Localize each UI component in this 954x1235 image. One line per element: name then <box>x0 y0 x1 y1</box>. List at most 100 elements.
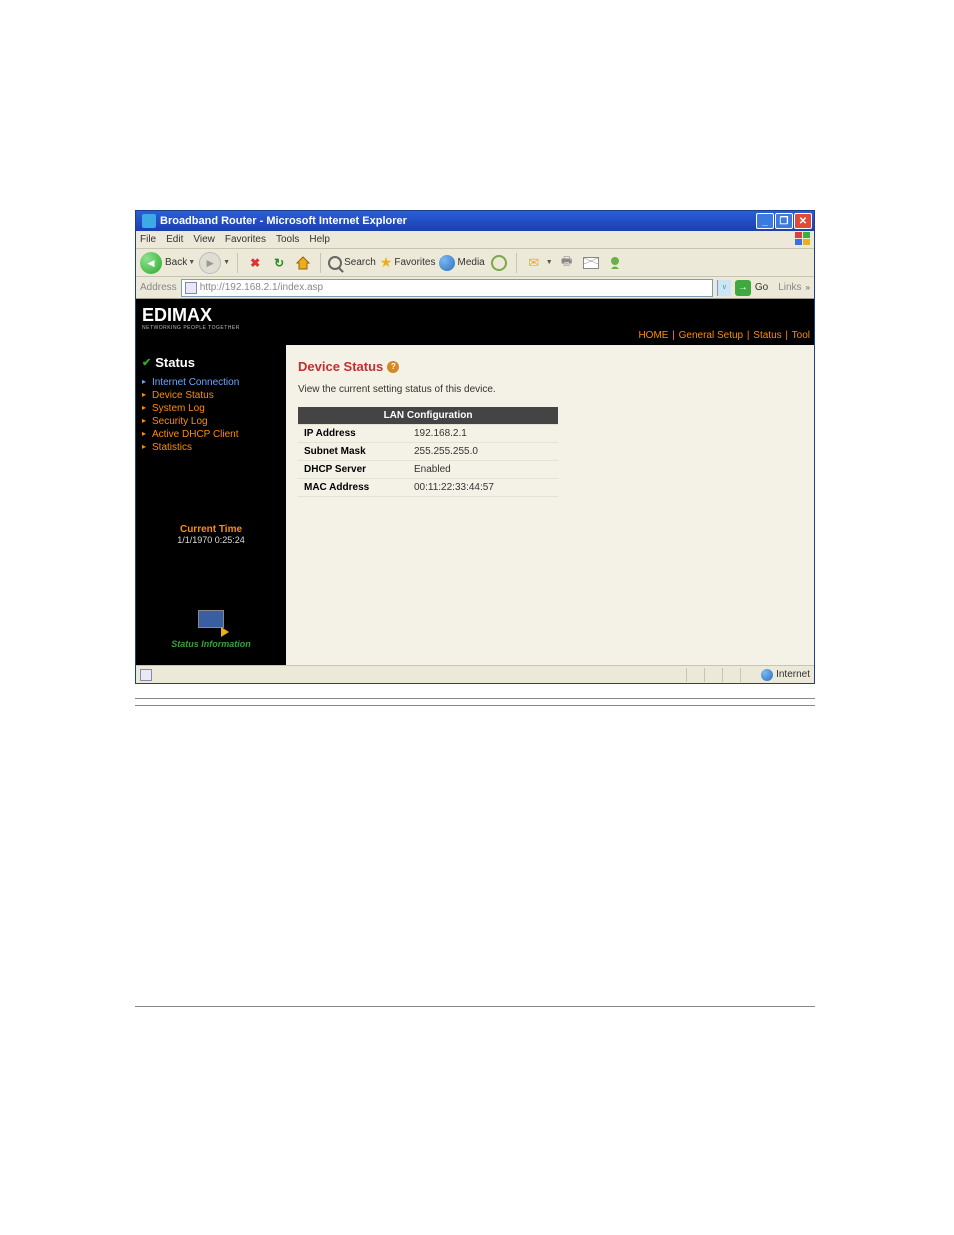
back-dropdown-icon[interactable]: ▼ <box>188 259 195 266</box>
sidebar-item-security-log[interactable]: Security Log <box>142 415 280 428</box>
close-button[interactable]: ✕ <box>794 213 812 229</box>
sidebar-item-system-log[interactable]: System Log <box>142 402 280 415</box>
row-key: IP Address <box>298 425 408 443</box>
maximize-button[interactable]: ❐ <box>775 213 793 229</box>
nav-tool[interactable]: Tool <box>792 330 810 341</box>
row-key: MAC Address <box>298 479 408 497</box>
brand-tagline: NETWORKING PEOPLE TOGETHER <box>142 325 240 331</box>
table-row: DHCP ServerEnabled <box>298 461 558 479</box>
go-label: Go <box>755 282 768 293</box>
sidebar-item-internet-connection[interactable]: Internet Connection <box>142 376 280 389</box>
media-icon <box>439 255 455 271</box>
favorites-button[interactable]: ★ Favorites <box>380 254 436 271</box>
page-description: View the current setting status of this … <box>298 384 802 395</box>
page-content: EDIMAX NETWORKING PEOPLE TOGETHER HOME |… <box>136 299 814 665</box>
status-info-icon <box>193 607 229 637</box>
sidebar-item-statistics[interactable]: Statistics <box>142 441 280 454</box>
home-button[interactable] <box>293 253 313 273</box>
internet-zone-icon <box>761 669 773 681</box>
status-page-icon <box>140 669 152 681</box>
row-key: DHCP Server <box>298 461 408 479</box>
search-icon <box>328 256 342 270</box>
table-row: Subnet Mask255.255.255.0 <box>298 443 558 461</box>
row-value: 192.168.2.1 <box>408 425 558 443</box>
address-label: Address <box>140 282 177 293</box>
check-icon: ✔ <box>142 356 151 369</box>
sidebar: ✔ Status Internet Connection Device Stat… <box>136 345 286 665</box>
window-titlebar: Broadband Router - Microsoft Internet Ex… <box>136 211 814 231</box>
search-button[interactable]: Search <box>328 256 376 270</box>
discuss-button[interactable] <box>605 253 625 273</box>
menu-bar: File Edit View Favorites Tools Help <box>136 231 814 249</box>
forward-dropdown-icon[interactable]: ▼ <box>223 259 230 266</box>
current-time-value: 1/1/1970 0:25:24 <box>142 535 280 545</box>
refresh-button[interactable]: ↻ <box>269 253 289 273</box>
nav-home[interactable]: HOME <box>638 330 668 341</box>
address-url: http://192.168.2.1/index.asp <box>200 282 709 293</box>
go-button[interactable]: → <box>735 280 751 296</box>
edit-icon <box>583 257 599 269</box>
row-value: 255.255.255.0 <box>408 443 558 461</box>
status-bar: Internet <box>136 665 814 683</box>
links-chevron-icon[interactable]: » <box>806 283 810 292</box>
table-row: IP Address192.168.2.1 <box>298 425 558 443</box>
mail-dropdown-icon[interactable]: ▼ <box>546 259 553 266</box>
menu-edit[interactable]: Edit <box>166 234 183 245</box>
row-value: Enabled <box>408 461 558 479</box>
divider <box>135 1006 815 1007</box>
window-title: Broadband Router - Microsoft Internet Ex… <box>160 215 407 227</box>
menu-help[interactable]: Help <box>309 234 330 245</box>
top-nav: HOME | General Setup | Status | Tool <box>638 330 810 341</box>
address-input[interactable]: http://192.168.2.1/index.asp <box>181 279 713 297</box>
links-label[interactable]: Links <box>778 282 801 293</box>
ie-icon <box>142 214 156 228</box>
sidebar-title: ✔ Status <box>142 355 280 370</box>
edit-button[interactable] <box>581 253 601 273</box>
row-key: Subnet Mask <box>298 443 408 461</box>
toolbar-separator <box>516 253 517 273</box>
forward-button[interactable]: ► <box>199 252 221 274</box>
toolbar: ◄ Back ▼ ► ▼ ✖ ↻ Search ★ Favorites <box>136 249 814 277</box>
brand-logo: EDIMAX <box>142 305 212 326</box>
menu-tools[interactable]: Tools <box>276 234 299 245</box>
history-button[interactable] <box>489 253 509 273</box>
status-info-label: Status Information <box>142 639 280 649</box>
media-button[interactable]: Media <box>439 255 484 271</box>
page-title: Device Status ? <box>298 359 802 374</box>
table-header: LAN Configuration <box>298 407 558 425</box>
menu-file[interactable]: File <box>140 234 156 245</box>
back-button[interactable]: ◄ Back ▼ <box>140 252 195 274</box>
history-icon <box>491 255 507 271</box>
window-controls: _ ❐ ✕ <box>756 213 812 229</box>
sidebar-nav: Internet Connection Device Status System… <box>142 376 280 454</box>
minimize-button[interactable]: _ <box>756 213 774 229</box>
help-icon[interactable]: ? <box>387 361 399 373</box>
windows-flag-icon <box>795 232 811 246</box>
current-time-label: Current Time <box>142 524 280 535</box>
lan-config-table: LAN Configuration IP Address192.168.2.1 … <box>298 407 558 497</box>
page-icon <box>185 282 197 294</box>
nav-status[interactable]: Status <box>753 330 781 341</box>
page-header: EDIMAX NETWORKING PEOPLE TOGETHER HOME |… <box>136 299 814 345</box>
status-panes <box>686 668 758 682</box>
sidebar-item-active-dhcp-client[interactable]: Active DHCP Client <box>142 428 280 441</box>
nav-general-setup[interactable]: General Setup <box>679 330 744 341</box>
table-row: MAC Address00:11:22:33:44:57 <box>298 479 558 497</box>
internet-zone-label: Internet <box>776 669 810 680</box>
messenger-icon <box>607 255 623 271</box>
ie-window: Broadband Router - Microsoft Internet Ex… <box>135 210 815 684</box>
menu-view[interactable]: View <box>193 234 215 245</box>
main-panel: Device Status ? View the current setting… <box>286 345 814 665</box>
back-arrow-icon: ◄ <box>140 252 162 274</box>
sidebar-bottom: Status Information <box>142 607 280 655</box>
address-bar: Address http://192.168.2.1/index.asp v →… <box>136 277 814 299</box>
star-icon: ★ <box>380 254 393 271</box>
address-dropdown-icon[interactable]: v <box>717 280 731 296</box>
toolbar-separator <box>237 253 238 273</box>
print-button[interactable]: 🖶 <box>557 253 577 273</box>
mail-button[interactable]: ✉ <box>524 253 544 273</box>
stop-button[interactable]: ✖ <box>245 253 265 273</box>
sidebar-item-device-status[interactable]: Device Status <box>142 389 280 402</box>
menu-favorites[interactable]: Favorites <box>225 234 266 245</box>
toolbar-separator <box>320 253 321 273</box>
